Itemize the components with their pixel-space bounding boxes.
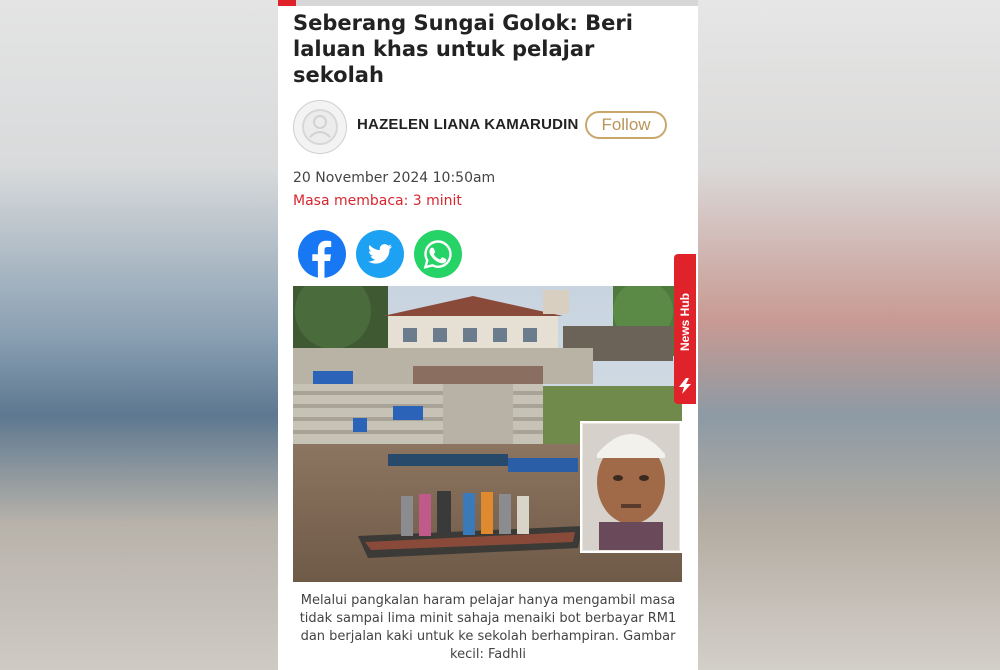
follow-button[interactable]: Follow (585, 111, 667, 139)
publish-date: 20 November 2024 10:50am (293, 170, 496, 186)
lightning-icon (679, 378, 691, 394)
background-blur-right (698, 0, 1000, 670)
article-photo[interactable] (293, 286, 682, 582)
facebook-icon (298, 230, 346, 278)
author-name[interactable]: HAZELEN LIANA KAMARUDIN (357, 116, 579, 133)
news-hub-label: News Hub (678, 292, 692, 352)
share-whatsapp-button[interactable] (414, 230, 462, 278)
photo-caption: Melalui pangkalan haram pelajar hanya me… (299, 593, 677, 662)
author-avatar[interactable] (293, 100, 347, 154)
river-boat-photo (293, 286, 682, 582)
reading-time: Masa membaca: 3 minit (293, 193, 462, 209)
whatsapp-icon (414, 230, 462, 278)
article-view: Seberang Sungai Golok: Beri laluan khas … (278, 0, 698, 670)
top-progress-fill (278, 0, 296, 6)
top-progress-bar (278, 0, 698, 6)
twitter-icon (356, 230, 404, 278)
article-headline: Seberang Sungai Golok: Beri laluan khas … (293, 11, 633, 87)
user-placeholder-icon (302, 109, 338, 145)
background-blur-left (0, 0, 278, 670)
share-facebook-button[interactable] (298, 230, 346, 278)
share-twitter-button[interactable] (356, 230, 404, 278)
news-hub-tab[interactable]: News Hub (674, 254, 696, 404)
